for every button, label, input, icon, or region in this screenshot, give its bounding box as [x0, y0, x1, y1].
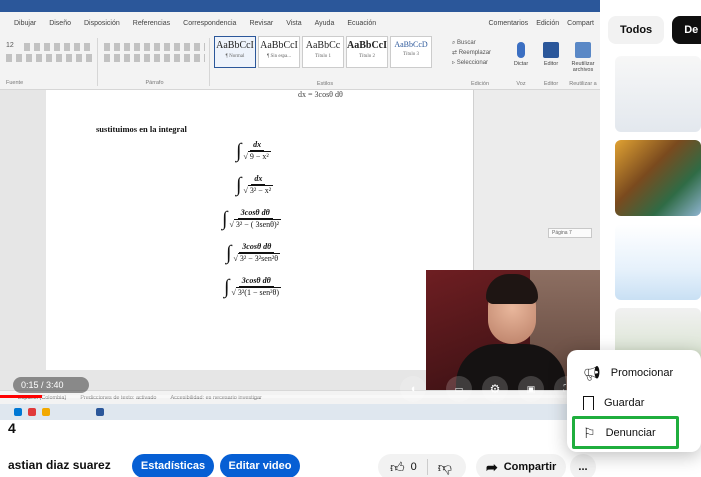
menu-comentarios: Comentarios: [488, 19, 529, 27]
time-display: 0:15 / 3:40: [13, 377, 89, 393]
menu-dibujar: Dibujar: [14, 19, 37, 27]
reuse-tool: Reutilizar archivos: [566, 38, 600, 84]
like-dislike-group: 👍︎ 0 👎︎: [378, 454, 466, 477]
related-video-thumbnail-1[interactable]: [615, 56, 701, 132]
megaphone-icon: 📢︎: [583, 364, 601, 381]
settings-button[interactable]: ⚙: [482, 376, 508, 402]
menu-diseno: Diseño: [49, 19, 71, 27]
find-command: ⌕ Buscar: [452, 40, 476, 46]
subtitles-button[interactable]: ▭: [446, 376, 472, 402]
related-video-thumbnail-3[interactable]: [615, 224, 701, 300]
word-menu-bar: Dibujar Diseño Disposición Referencias C…: [0, 12, 600, 34]
dislike-button[interactable]: 👎︎: [438, 459, 452, 476]
video-title: 4: [8, 420, 16, 436]
font-group-label: Fuente: [6, 80, 24, 86]
share-button[interactable]: ➦ Compartir: [476, 454, 566, 477]
menu-correspondencia: Correspondencia: [183, 19, 237, 27]
filter-chips: Todos De ju: [608, 16, 701, 44]
windows-taskbar: [0, 404, 600, 420]
word-ribbon: 12 Fuente Párrafo AaBbCcI ¶ Normal AaBbC…: [0, 34, 600, 90]
gear-icon: ⚙: [489, 382, 501, 396]
menu-compartir: Compart: [567, 19, 594, 27]
more-actions-button[interactable]: ...: [570, 454, 596, 477]
ribbon-paragraph-group: Párrafo: [100, 38, 210, 86]
style-titulo-3: AaBbCcD Título 3: [390, 36, 432, 68]
style-normal: AaBbCcI ¶ Normal: [214, 36, 256, 68]
replace-command: ⇄ Reemplazar: [452, 50, 492, 56]
style-sin-espaciado: AaBbCcI ¶ Sin espa...: [258, 36, 300, 68]
integral-1: ∫ dx √ 9 − x²: [236, 139, 271, 162]
doc-heading: sustituimos en la integral: [96, 124, 187, 134]
cut-equation: dx = 3cosθ dθ: [298, 90, 343, 99]
miniplayer-button[interactable]: ▣: [518, 376, 544, 402]
share-label: Compartir: [503, 461, 557, 473]
select-command: ▹ Seleccionar: [452, 60, 489, 66]
menu-revisar: Revisar: [249, 19, 274, 27]
reuse-group-label: Reutilizar a: [569, 81, 597, 87]
editor-group-label: Editor: [543, 81, 559, 87]
progress-played: [0, 395, 42, 398]
integral-2: ∫ dx √ 3² − x²: [236, 173, 274, 196]
styles-group-label: Estilos: [316, 81, 334, 87]
menu-vista: Vista: [286, 19, 302, 27]
related-video-thumbnail-2[interactable]: [615, 140, 701, 216]
editor-pen-icon: [543, 42, 559, 58]
voice-group-label: Voz: [516, 81, 526, 87]
integral-4: ∫ 3cosθ dθ √ 3² − 3²sen²θ: [226, 241, 281, 264]
screen: Dibujar Diseño Disposición Referencias C…: [0, 0, 701, 477]
like-count: 0: [410, 461, 417, 473]
progress-bar[interactable]: [0, 395, 600, 398]
chip-todos[interactable]: Todos: [608, 16, 665, 44]
channel-name[interactable]: astian diaz suarez: [8, 458, 111, 472]
integral-5: ∫ 3cosθ dθ √ 3²(1 − sen²θ): [224, 275, 282, 298]
stats-button[interactable]: Estadísticas: [132, 454, 214, 477]
share-icon: ➦: [486, 458, 498, 475]
styles-gallery: AaBbCcI ¶ Normal AaBbCcI ¶ Sin espa... A…: [214, 36, 436, 72]
ribbon-font-group: 12 Fuente: [2, 38, 98, 86]
subtitles-icon: ▭: [454, 383, 464, 394]
edit-group-label: Edición: [470, 81, 490, 87]
ribbon-edit-group: ⌕ Buscar ⇄ Reemplazar ▹ Seleccionar: [452, 38, 508, 68]
volume-icon: ◖: [409, 383, 417, 395]
bookmark-icon: [583, 396, 594, 410]
promote-label: Promocionar: [610, 367, 674, 379]
chip-de-ju[interactable]: De ju: [672, 16, 701, 44]
menu-referencias: Referencias: [132, 19, 171, 27]
menu-ecuacion: Ecuación: [347, 19, 377, 27]
thumbs-up-icon: 👍︎: [390, 458, 405, 475]
menu-item-save[interactable]: Guardar: [567, 388, 701, 418]
menu-item-promote[interactable]: 📢︎ Promocionar: [567, 358, 701, 388]
editor-tool: Editor: [536, 38, 566, 84]
save-label: Guardar: [604, 397, 645, 409]
like-divider: [426, 459, 428, 475]
integral-3: ∫ 3cosθ dθ √ 3² − ( 3senθ)²: [222, 207, 282, 230]
miniplayer-icon: ▣: [526, 383, 536, 394]
video-player[interactable]: Dibujar Diseño Disposición Referencias C…: [0, 0, 600, 420]
dictate-tool: Dictar: [506, 38, 536, 84]
word-title-bar: [0, 0, 600, 12]
paragraph-group-label: Párrafo: [145, 80, 164, 86]
more-dots-icon: ...: [578, 461, 588, 473]
style-titulo-2: AaBbCcI Título 2: [346, 36, 388, 68]
style-titulo-1: AaBbCc Título 1: [302, 36, 344, 68]
report-highlight-box: [572, 416, 679, 449]
menu-disposicion: Disposición: [83, 19, 120, 27]
like-button[interactable]: 👍︎ 0: [378, 459, 417, 476]
page-indicator: Página 7: [548, 228, 592, 238]
document-page: dx = 3cosθ dθ sustituimos en la integral…: [46, 90, 474, 370]
mute-button[interactable]: ◖: [400, 376, 426, 402]
menu-edicion: Edición: [536, 19, 560, 27]
font-size-box: 12: [6, 42, 14, 49]
edit-video-button[interactable]: Editar video: [220, 454, 300, 477]
reuse-files-icon: [575, 42, 591, 58]
microphone-icon: [517, 42, 525, 58]
menu-ayuda: Ayuda: [314, 19, 335, 27]
thumbs-down-icon: 👎︎: [437, 458, 452, 475]
